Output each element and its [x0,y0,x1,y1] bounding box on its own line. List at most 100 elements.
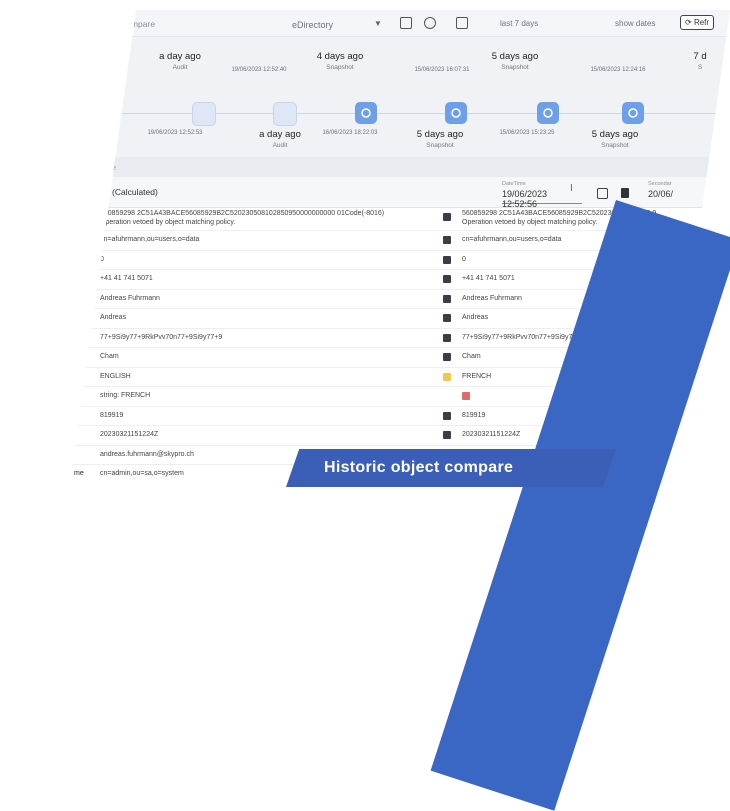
new-value: Andreas [462,314,488,321]
calendar-icon[interactable] [597,188,608,199]
old-value: string: FRENCH [100,392,150,399]
new-value: +41 41 741 5071 [462,275,515,282]
diff-status-icon[interactable] [443,255,451,264]
timeline-event[interactable]: a day ago Audit [240,129,320,149]
chevron-down-icon[interactable]: ▼ [374,19,382,28]
new-value-text: 819919 [462,411,486,419]
timeline-event[interactable]: 5 days ago Snapshot [475,51,555,71]
timeline-event[interactable]: 5 days ago Snapshot [575,129,655,149]
diff-status-icon[interactable] [462,392,470,400]
snapshot-node[interactable] [445,102,467,124]
old-value: Cham [100,353,119,360]
bookmark-icon[interactable] [621,188,629,198]
timeline-event[interactable]: a day ago Audit [140,51,220,71]
new-value: 77+9Si9y77+9RkPvv70n77+9Si9y77+9 [462,334,584,341]
attribute-name: me [74,470,84,477]
old-value: Andreas [100,314,126,321]
old-value: 77+9Si9y77+9RkPvv70n77+9Si9y77+9 [100,334,222,341]
show-dates-toggle[interactable]: show dates [615,19,655,28]
diff-status-icon[interactable] [443,236,451,244]
snapshot-node[interactable] [355,102,377,124]
filter-input[interactable]: r value [70,157,730,177]
diff-status-icon[interactable] [443,333,451,342]
old-value-text: Andreas Fuhrmann [100,294,160,302]
old-value-text: string: FRENCH [100,392,151,399]
range-select[interactable]: last 7 days [500,19,538,28]
snapshot-node[interactable] [537,102,559,124]
old-value-text: 77+9Si9y77+9RkPvv70n77+9Si9y77+9 [100,333,223,341]
calendar-icon[interactable] [456,17,468,29]
old-value: cn=afuhrmann,ou=users,o=data [100,236,199,243]
old-value: 560859298 2C51A43BACE56085929B2C52023050… [100,209,384,227]
timestamp: 16/06/2023 18:22:03 [322,130,378,136]
caption-title: Historic object compare [324,459,514,476]
old-value-text: 20230321151224Z [100,431,159,438]
new-value-text: Cham [462,353,481,360]
old-value: Andreas Fuhrmann [100,295,160,302]
new-value: Andreas Fuhrmann [462,295,522,302]
old-value-text: Cham [100,353,119,360]
diff-status-icon[interactable] [443,353,451,361]
directory-select[interactable]: eDirectory [292,20,333,30]
camera-icon [628,108,638,118]
new-value-text: Andreas Fuhrmann [462,294,522,302]
text-cursor-icon: I [570,183,573,194]
timestamp: 15/06/2023 16:07:31 [414,67,470,73]
camera-icon [451,108,461,118]
diff-status-icon[interactable] [443,431,451,439]
timestamp: 19/06/2023 12:52:40 [231,67,287,73]
diff-status-icon[interactable] [443,213,451,221]
audit-node[interactable] [273,102,297,126]
snapshot-node[interactable] [622,102,644,124]
camera-icon [543,108,553,118]
top-toolbar: compare eDirectory ▼ last 7 days show da… [70,10,730,37]
new-value: 20230321151224Z [462,431,520,438]
old-value: +41 41 741 5071 [100,275,153,282]
diff-status-icon[interactable] [443,314,451,322]
diff-status-icon[interactable] [443,411,451,420]
old-value: 0 [100,256,104,263]
caption-banner: Historic object compare [286,449,616,487]
new-value: 0 [462,256,466,263]
old-value-text: cn=admin,ou=sa,o=system [100,470,184,477]
contrast-icon[interactable] [424,17,436,29]
camera-icon [361,108,371,118]
timestamp: 19/06/2023 12:52:53 [147,130,203,136]
diff-status-icon[interactable] [443,372,451,381]
refresh-button[interactable]: ⟳ Refr [680,15,715,30]
calculated-label: (Calculated) [112,187,158,197]
new-value-text: 77+9Si9y77+9RkPvv70n77+9Si9y77+9 [462,333,585,341]
old-value-text: andreas.fuhrmann@skypro.ch [100,450,194,458]
timeline-event[interactable]: ago udit [70,129,140,149]
old-value-text: 560859298 2C51A43BACE56085929B2C52023050… [100,210,385,217]
timeline-event[interactable]: 5 days ago Snapshot [400,129,480,149]
audit-node[interactable] [192,102,216,126]
diff-status-icon[interactable] [443,275,451,283]
diff-status-icon[interactable] [443,294,451,303]
timeline-event[interactable]: 4 days ago Snapshot [300,51,380,71]
secondary-datetime-field[interactable]: Secondar 20/06/ [648,181,673,199]
old-value-text: 0 [100,255,104,263]
new-value: 819919 [462,412,485,419]
timestamp: 15/06/2023 15:23:25 [499,130,555,136]
timeline-event[interactable]: 7 d S [660,51,730,71]
new-value-text: Andreas [462,314,489,321]
new-value: FRENCH [462,373,491,380]
old-value-text: cn=afuhrmann,ou=users,o=data [100,236,200,243]
new-value-text: 0 [462,255,466,263]
old-value-text: ENGLISH [100,372,131,380]
old-value-text: Andreas [100,314,127,321]
old-value: 20230321151224Z [100,431,158,438]
camera-icon[interactable] [400,17,412,29]
old-value: cn=admin,ou=sa,o=system [100,470,184,477]
timestamp: 15/06/2023 12:24:16 [590,67,646,73]
attribute-name: mber [74,275,90,282]
old-value: 819919 [100,412,123,419]
history-timeline: a day ago Audit 4 days ago Snapshot 5 da… [70,37,730,157]
page-title: compare [122,19,156,29]
old-value: andreas.fuhrmann@skypro.ch [100,451,194,458]
new-value-text: cn=afuhrmann,ou=users,o=data [462,236,562,243]
new-value-text: FRENCH [462,372,492,380]
data-badge: data [86,187,104,195]
compare-header: data (Calculated) DateTime 19/06/2023 12… [70,177,730,209]
